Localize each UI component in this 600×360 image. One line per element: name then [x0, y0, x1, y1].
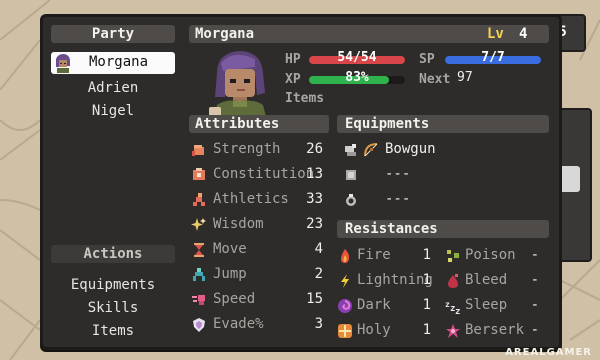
morgana-avatar-icon [53, 53, 73, 73]
running-icon [193, 193, 205, 206]
bow-icon [364, 143, 378, 157]
ring-icon [346, 194, 356, 206]
character-header: Morgana Lv 4 [189, 25, 549, 43]
party-member-nigel[interactable]: Nigel [51, 100, 175, 122]
watermark: AREALGAMER [505, 347, 592, 358]
attribute-strength: Strength 26 [191, 139, 323, 161]
level-value: 4 [519, 26, 528, 42]
party-member-selected[interactable]: Morgana [51, 52, 175, 74]
resistance-poison: Poison - [445, 245, 543, 267]
hp-value: 54/54 [337, 50, 377, 65]
gauntlet-icon [345, 144, 356, 156]
resistance-lightning: Lightning 1 [337, 270, 435, 292]
shield-icon [193, 318, 205, 332]
resistance-holy: Holy 1 [337, 320, 435, 342]
equipment-slot-accessory[interactable]: --- [343, 189, 543, 211]
next-value: 97 [457, 70, 473, 85]
attribute-wisdom: Wisdom 23 [191, 214, 323, 236]
fist-icon [192, 145, 204, 156]
attributes-header: Attributes [189, 115, 329, 133]
sparkle-icon [191, 218, 206, 231]
heart-armor-icon [193, 168, 205, 180]
fire-icon [341, 249, 350, 263]
poison-icon [447, 250, 459, 262]
attribute-constitution: Constitution 13 [191, 164, 323, 186]
status-window: Party Morgana Adrien Nigel Actions Equip… [40, 14, 562, 350]
xp-value: 83% [345, 70, 369, 85]
equipment-slot-armor[interactable]: --- [343, 164, 543, 186]
next-label: Next [419, 72, 451, 87]
blood-drop-icon [448, 274, 458, 288]
action-equipments[interactable]: Equipments [51, 274, 175, 296]
resistance-fire: Fire 1 [337, 245, 435, 267]
resistance-dark: Dark 1 [337, 295, 435, 317]
equipment-slot-weapon[interactable]: Bowgun [343, 139, 543, 161]
berserk-icon [446, 324, 460, 338]
attribute-speed: Speed 15 [191, 289, 323, 311]
sp-value: 7/7 [481, 50, 505, 65]
dark-swirl-icon [338, 299, 352, 313]
actions-header: Actions [51, 245, 175, 263]
attribute-move: Move 4 [191, 239, 323, 261]
attribute-jump: Jump 2 [191, 264, 323, 286]
level-label: Lv [487, 26, 504, 42]
party-member-adrien[interactable]: Adrien [51, 77, 175, 99]
jump-icon [193, 268, 205, 281]
attribute-athletics: Athletics 33 [191, 189, 323, 211]
sp-label: SP [419, 52, 435, 67]
attribute-evade: Evade% 3 [191, 314, 323, 336]
equipments-header: Equipments [337, 115, 549, 133]
chest-armor-icon [346, 170, 356, 180]
resistance-bleed: Bleed - [445, 270, 543, 292]
hourglass-icon [194, 243, 204, 257]
sleep-icon: zzz [445, 300, 460, 314]
lightning-icon [341, 274, 349, 288]
resistance-sleep: zzz Sleep - [445, 295, 543, 317]
xp-label: XP [285, 72, 301, 87]
party-member-name: Morgana [89, 54, 149, 70]
character-name: Morgana [195, 26, 255, 42]
resistances-header: Resistances [337, 220, 549, 238]
svg-text:z: z [455, 307, 460, 314]
action-items[interactable]: Items [51, 320, 175, 342]
holy-cross-icon [338, 324, 352, 338]
party-header: Party [51, 25, 175, 43]
morgana-portrait [209, 51, 267, 121]
action-skills[interactable]: Skills [51, 297, 175, 319]
resistance-berserk: Berserk - [445, 320, 543, 342]
hp-label: HP [285, 52, 301, 67]
items-label: Items [285, 91, 325, 106]
dash-icon [192, 295, 205, 305]
